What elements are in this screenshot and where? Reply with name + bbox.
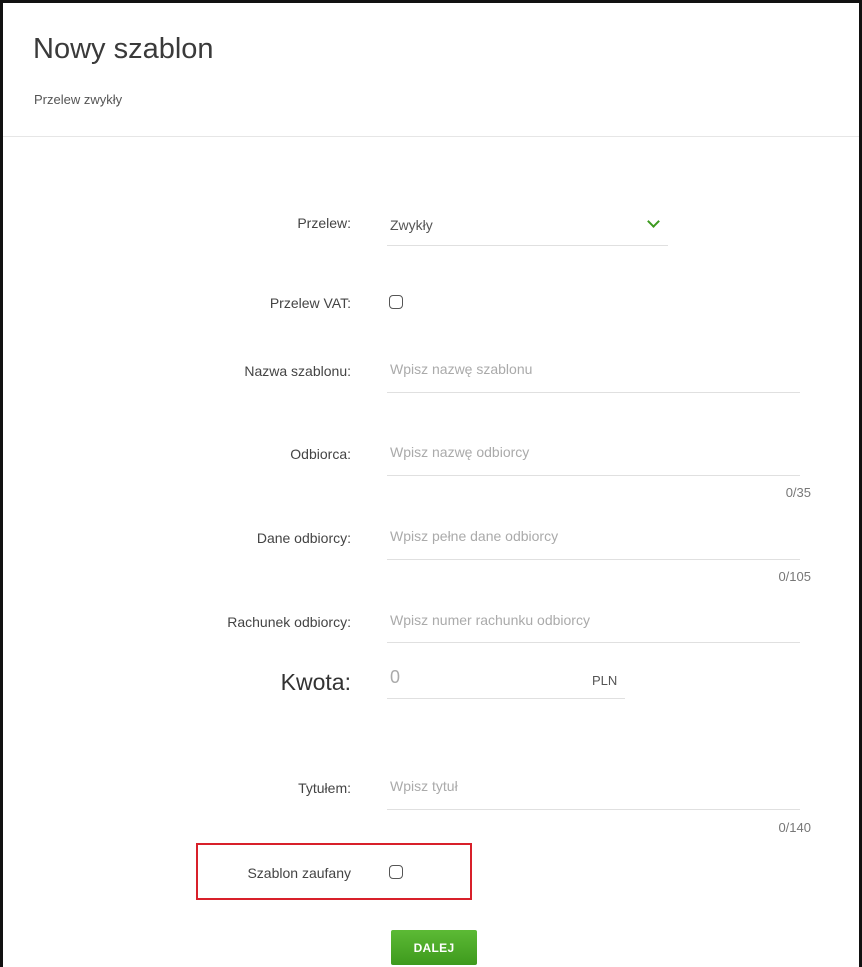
odbiorca-label: Odbiorca: [290, 446, 351, 462]
recipient-name-field [387, 444, 800, 476]
recipient-name-input[interactable] [387, 444, 800, 460]
tytul-label: Tytułem: [298, 780, 351, 796]
template-name-field [387, 361, 800, 393]
recipient-details-counter: 0/105 [778, 569, 811, 584]
recipient-details-input[interactable] [387, 528, 800, 544]
trusted-template-checkbox[interactable] [389, 865, 403, 879]
next-button[interactable]: DALEJ [391, 930, 477, 965]
currency-label: PLN [592, 673, 618, 688]
recipient-account-field [387, 612, 800, 643]
template-name-input[interactable] [387, 361, 800, 377]
zaufany-label: Szablon zaufany [247, 865, 351, 881]
chevron-down-icon [647, 215, 660, 228]
przelew-label: Przelew: [297, 215, 351, 231]
page-subtitle: Przelew zwykły [34, 92, 123, 107]
dane-label: Dane odbiorcy: [256, 530, 351, 546]
vat-checkbox[interactable] [389, 295, 403, 309]
nazwa-label: Nazwa szablonu: [244, 363, 351, 379]
transfer-type-select[interactable]: Zwykły [387, 211, 668, 246]
app-frame: Nowy szablon Przelew zwykły Przelew: Zwy… [0, 0, 862, 967]
recipient-details-field [387, 528, 800, 560]
title-input[interactable] [387, 778, 800, 794]
transfer-type-value: Zwykły [390, 217, 433, 233]
page-header: Nowy szablon Przelew zwykły [3, 3, 859, 137]
recipient-name-counter: 0/35 [785, 485, 811, 500]
title-field [387, 778, 800, 810]
amount-field: PLN [387, 667, 625, 699]
title-counter: 0/140 [778, 820, 811, 835]
vat-label: Przelew VAT: [269, 295, 351, 311]
kwota-label: Kwota: [280, 669, 351, 695]
recipient-account-input[interactable] [387, 612, 800, 628]
page-title: Nowy szablon [33, 33, 214, 65]
rachunek-label: Rachunek odbiorcy: [227, 614, 351, 630]
amount-input[interactable] [387, 667, 567, 688]
